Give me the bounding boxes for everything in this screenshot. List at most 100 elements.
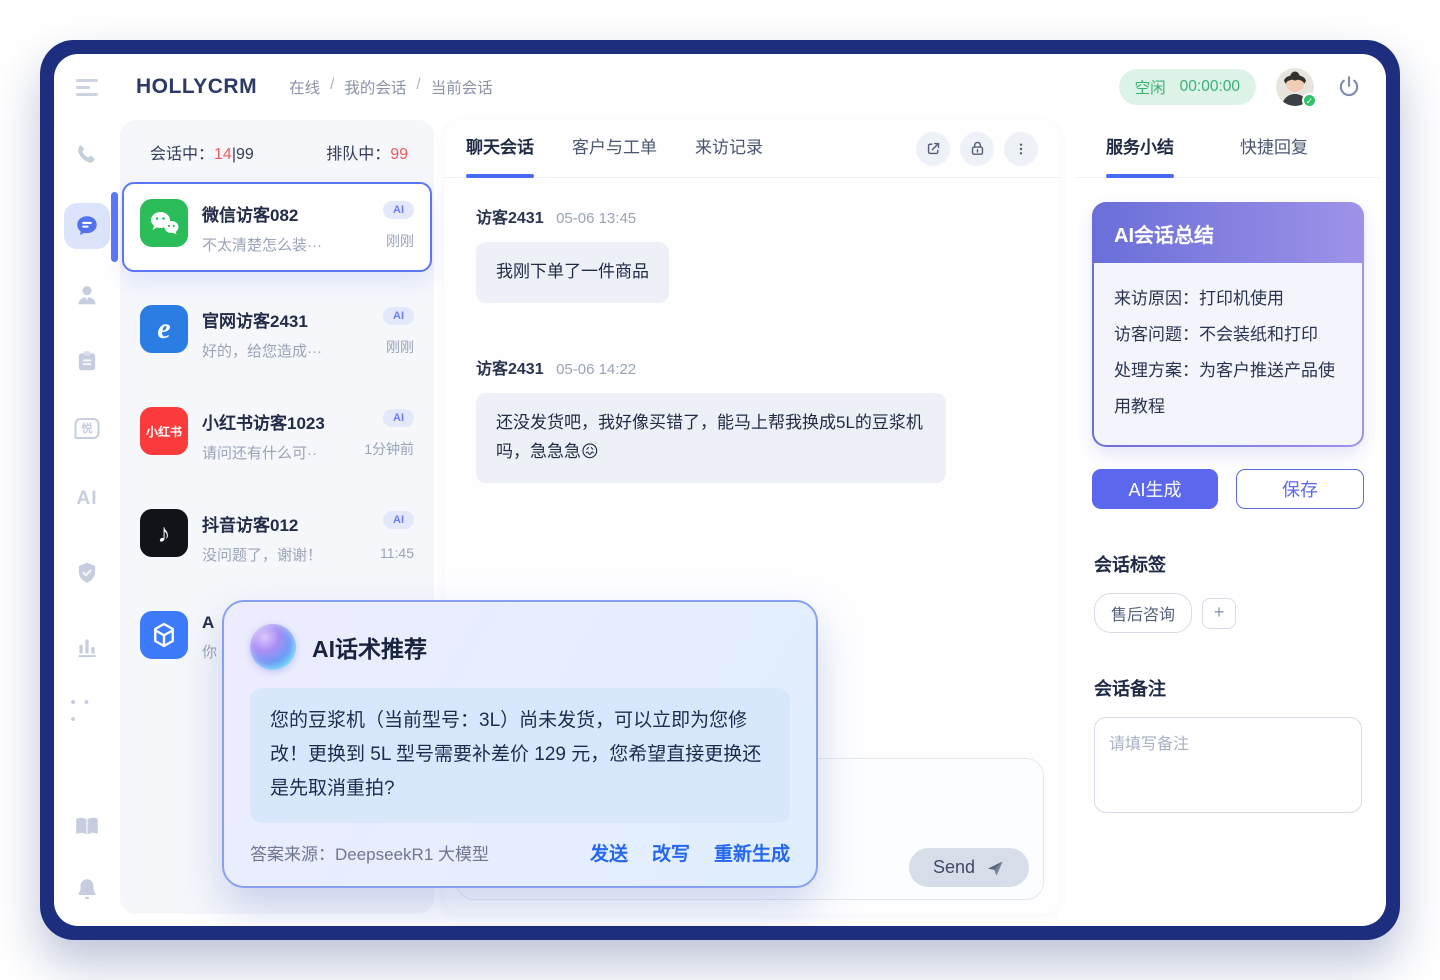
ai-summary-card: AI会话总结 来访原因：打印机使用 访客问题：不会装纸和打印 处理方案：为客户推…	[1092, 202, 1364, 447]
in-session-count: 14	[214, 146, 232, 163]
top-bar: HOLLYCRM 在线 / 我的会话 / 当前会话 空闲 00:00:00 ✓	[54, 54, 1386, 120]
ai-badge: AI	[383, 409, 414, 427]
app-frame: HOLLYCRM 在线 / 我的会话 / 当前会话 空闲 00:00:00 ✓	[40, 40, 1400, 940]
ai-popup-title: AI话术推荐	[312, 630, 427, 664]
conversation-preview: 好的，给您造成···	[202, 340, 369, 361]
status-timer: 00:00:00	[1180, 78, 1240, 96]
message-group: 访客2431 05-06 14:22 还没发货吧，我好像买错了，能马上帮我换成5…	[476, 355, 1028, 483]
tag-after-sales[interactable]: 售后咨询	[1094, 593, 1192, 633]
douyin-icon: ♪	[140, 509, 188, 557]
ai-badge: AI	[383, 201, 414, 219]
notes-textarea[interactable]	[1094, 717, 1362, 813]
send-label: Send	[933, 857, 975, 878]
tags-title: 会话标签	[1094, 551, 1362, 577]
power-icon[interactable]	[1336, 74, 1362, 100]
ai-source-label: 答案来源：DeepseekR1 大模型	[250, 840, 489, 865]
save-button[interactable]: 保存	[1236, 469, 1364, 509]
conversation-item-xiaohongshu[interactable]: 小红书 小红书访客1023 请问还有什么可·· AI 1分钟前	[132, 392, 422, 478]
clipboard-icon[interactable]	[74, 348, 100, 374]
conversation-counters: 会话中：14|99 排队中：99	[120, 120, 434, 176]
conversation-time: 1分钟前	[364, 439, 414, 459]
bell-icon[interactable]	[74, 876, 100, 902]
chat-nav-icon[interactable]	[64, 203, 110, 249]
contacts-icon[interactable]	[74, 282, 100, 308]
ai-badge: AI	[383, 307, 414, 325]
tab-quick-reply[interactable]: 快捷回复	[1240, 120, 1308, 178]
ai-nav-icon[interactable]: AI	[77, 488, 98, 510]
summary-tab-bar: 服务小结 快捷回复	[1076, 120, 1380, 178]
share-icon[interactable]	[916, 132, 950, 166]
conversation-time: 刚刚	[386, 231, 414, 251]
conversation-preview: 不太清楚怎么装···	[202, 234, 369, 255]
tab-chat-session[interactable]: 聊天会话	[466, 120, 534, 178]
add-tag-button[interactable]: +	[1202, 598, 1236, 629]
yue-chat-icon[interactable]: 悦	[75, 418, 100, 439]
app-window: HOLLYCRM 在线 / 我的会话 / 当前会话 空闲 00:00:00 ✓	[54, 54, 1386, 926]
miniapp-cube-icon	[140, 611, 188, 659]
avatar[interactable]: ✓	[1276, 68, 1314, 106]
conversation-name: 官网访客2431	[202, 307, 369, 332]
phone-icon[interactable]	[74, 142, 100, 168]
message-sender: 访客2431	[476, 361, 544, 378]
conversation-time: 11:45	[380, 545, 414, 561]
message-time: 05-06 14:22	[556, 361, 636, 378]
xiaohongshu-icon: 小红书	[140, 407, 188, 455]
ai-suggestion-popup: AI话术推荐 您的豆浆机（当前型号：3L）尚未发货，可以立即为您修改！更换到 5…	[222, 600, 818, 888]
ai-orb-icon	[250, 624, 296, 670]
ai-badge: AI	[383, 511, 414, 529]
brand-logo: HOLLYCRM	[136, 75, 257, 99]
conversation-item-douyin[interactable]: ♪ 抖音访客012 没问题了，谢谢！ AI 11:45	[132, 494, 422, 580]
conversation-preview: 请问还有什么可··	[202, 442, 350, 463]
chat-tab-bar: 聊天会话 客户与工单 来访记录	[444, 120, 1060, 178]
summary-line-reason: 来访原因：打印机使用	[1114, 281, 1342, 317]
send-suggestion-link[interactable]: 发送	[590, 839, 628, 866]
conversation-item-wechat[interactable]: 微信访客082 不太清楚怎么装··· AI 刚刚	[122, 182, 432, 272]
breadcrumb-current-session[interactable]: 当前会话	[431, 76, 493, 98]
tab-customer-ticket[interactable]: 客户与工单	[572, 120, 657, 178]
wechat-icon	[140, 199, 188, 247]
breadcrumb-online[interactable]: 在线	[289, 76, 320, 98]
summary-line-solution: 处理方案：为客户推送产品使用教程	[1114, 353, 1342, 425]
online-check-icon: ✓	[1302, 93, 1317, 108]
browser-icon: e	[140, 305, 188, 353]
message-group: 访客2431 05-06 13:45 我刚下单了一件商品	[476, 204, 1028, 303]
summary-line-issue: 访客问题：不会装纸和打印	[1114, 317, 1342, 353]
kebab-menu-icon[interactable]	[1004, 132, 1038, 166]
ai-summary-title: AI会话总结	[1094, 204, 1362, 263]
in-session-label: 会话中：	[150, 146, 214, 163]
conversation-name: 微信访客082	[202, 201, 369, 226]
send-button[interactable]: Send	[909, 848, 1029, 887]
status-label: 空闲	[1135, 76, 1166, 98]
message-list: 访客2431 05-06 13:45 我刚下单了一件商品 访客2431 05-0…	[444, 178, 1060, 509]
rewrite-link[interactable]: 改写	[652, 839, 690, 866]
conversation-item-web[interactable]: e 官网访客2431 好的，给您造成··· AI 刚刚	[132, 290, 422, 376]
notes-title: 会话备注	[1094, 675, 1362, 701]
more-icon[interactable]: • • •	[71, 694, 104, 728]
tab-visit-history[interactable]: 来访记录	[695, 120, 763, 178]
queue-count: 99	[390, 146, 408, 163]
lock-icon[interactable]	[960, 132, 994, 166]
in-session-total: |99	[232, 146, 254, 163]
tab-service-summary[interactable]: 服务小结	[1106, 120, 1174, 178]
regenerate-link[interactable]: 重新生成	[714, 839, 790, 866]
conversation-time: 刚刚	[386, 337, 414, 357]
conversation-name: 小红书访客1023	[202, 409, 350, 434]
queue-label: 排队中：	[326, 146, 390, 163]
message-time: 05-06 13:45	[556, 210, 636, 227]
agent-status-badge[interactable]: 空闲 00:00:00	[1119, 69, 1256, 105]
ai-suggestion-text: 您的豆浆机（当前型号：3L）尚未发货，可以立即为您修改！更换到 5L 型号需要补…	[250, 688, 790, 823]
conversation-preview: 没问题了，谢谢！	[202, 544, 366, 565]
shield-icon[interactable]	[74, 560, 100, 586]
book-icon[interactable]	[73, 814, 101, 840]
ai-generate-button[interactable]: AI生成	[1092, 469, 1218, 509]
menu-icon[interactable]	[76, 75, 100, 100]
message-bubble: 我刚下单了一件商品	[476, 242, 669, 303]
stats-icon[interactable]	[74, 634, 100, 660]
breadcrumb-my-sessions[interactable]: 我的会话	[344, 76, 406, 98]
paper-plane-icon	[985, 858, 1005, 878]
message-sender: 访客2431	[476, 210, 544, 227]
breadcrumb: 在线 / 我的会话 / 当前会话	[289, 76, 493, 98]
conversation-name: 抖音访客012	[202, 511, 366, 536]
message-bubble: 还没发货吧，我好像买错了，能马上帮我换成5L的豆浆机吗，急急急😖	[476, 393, 946, 483]
summary-panel: 服务小结 快捷回复 AI会话总结 来访原因：打印机使用 访客问题：不会装纸和打印…	[1076, 120, 1380, 914]
